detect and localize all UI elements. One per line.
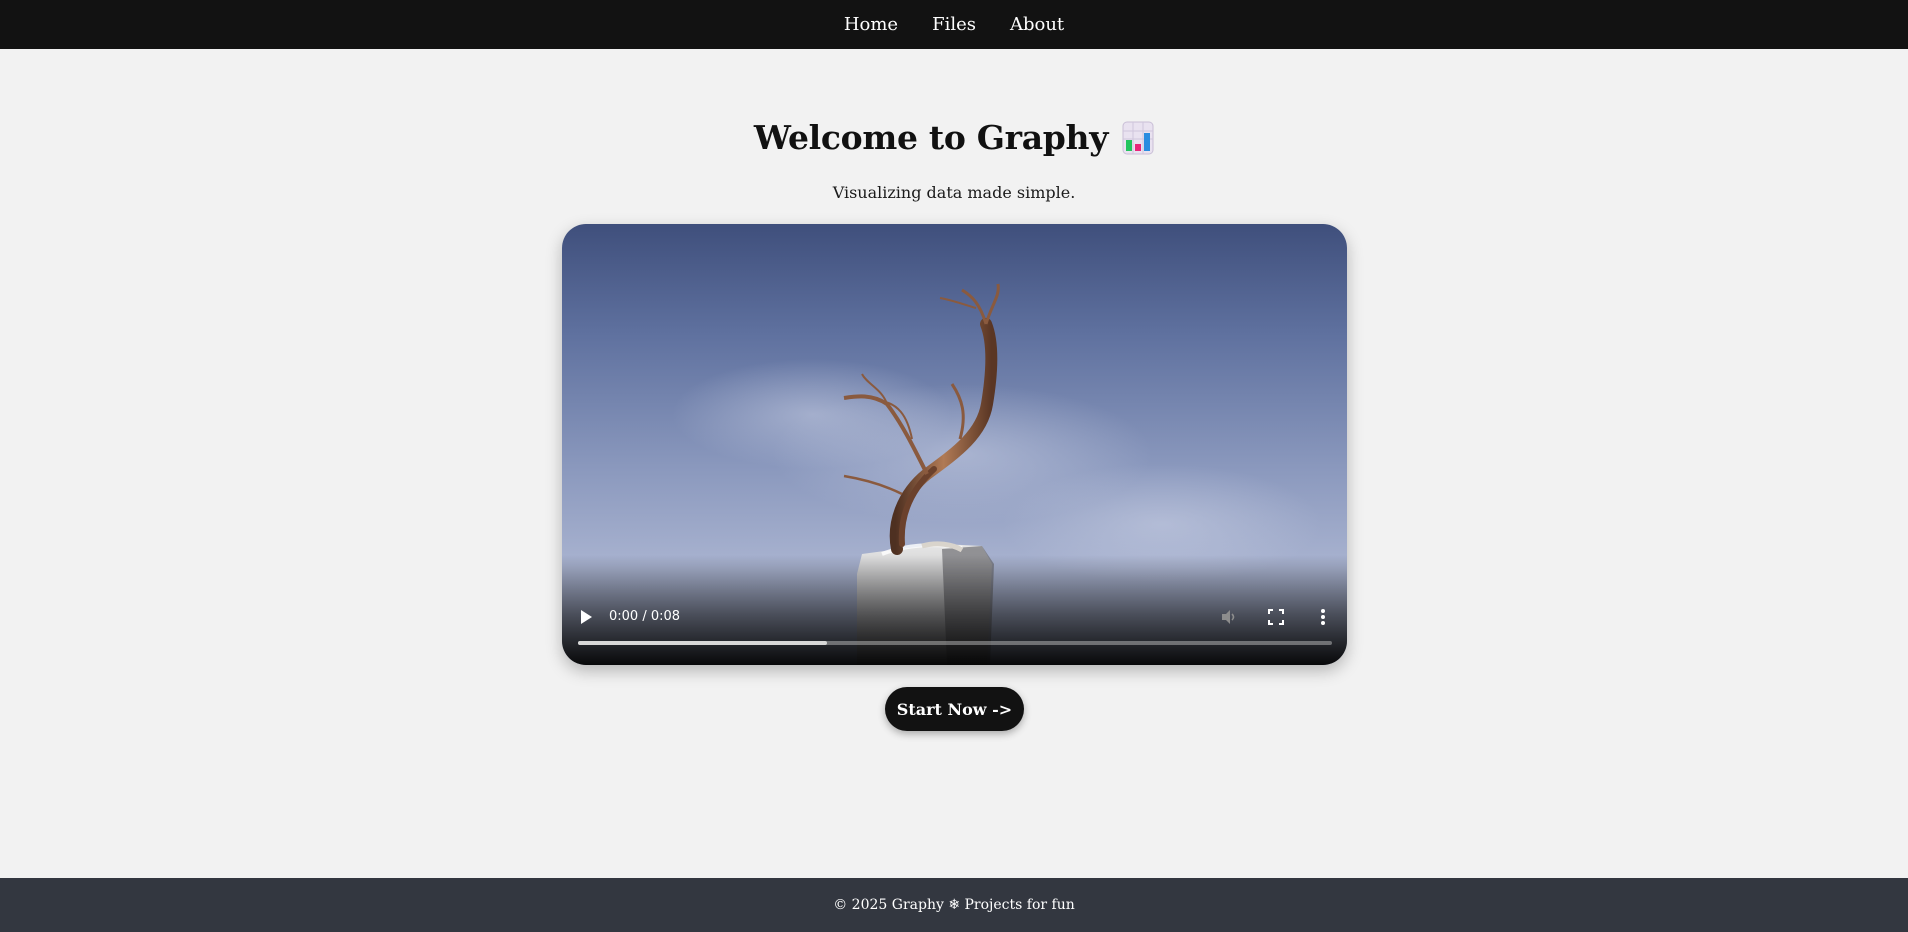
- start-now-button[interactable]: Start Now ->: [885, 687, 1024, 731]
- video-progress-buffered: [578, 641, 827, 645]
- play-icon[interactable]: [579, 609, 593, 625]
- page-title-text: Welcome to Graphy: [753, 118, 1109, 157]
- video-progress-bar[interactable]: [578, 641, 1332, 645]
- volume-muted-icon[interactable]: [1220, 608, 1238, 626]
- bar-chart-icon: [1122, 121, 1154, 155]
- video-time-display: 0:00 / 0:08: [609, 609, 681, 624]
- nav-about-link[interactable]: About: [1010, 14, 1064, 35]
- top-navigation: Home Files About: [0, 0, 1908, 49]
- page-subtitle: Visualizing data made simple.: [832, 183, 1076, 202]
- footer-text: © 2025 Graphy ❄ Projects for fun: [833, 897, 1075, 913]
- page-title: Welcome to Graphy: [0, 118, 1908, 157]
- nav-files-link[interactable]: Files: [932, 14, 976, 35]
- video-player[interactable]: 0:00 / 0:08: [562, 224, 1347, 665]
- nav-home-link[interactable]: Home: [844, 14, 898, 35]
- fullscreen-icon[interactable]: [1268, 609, 1284, 625]
- footer: © 2025 Graphy ❄ Projects for fun: [0, 878, 1908, 932]
- more-vertical-icon[interactable]: [1320, 608, 1326, 626]
